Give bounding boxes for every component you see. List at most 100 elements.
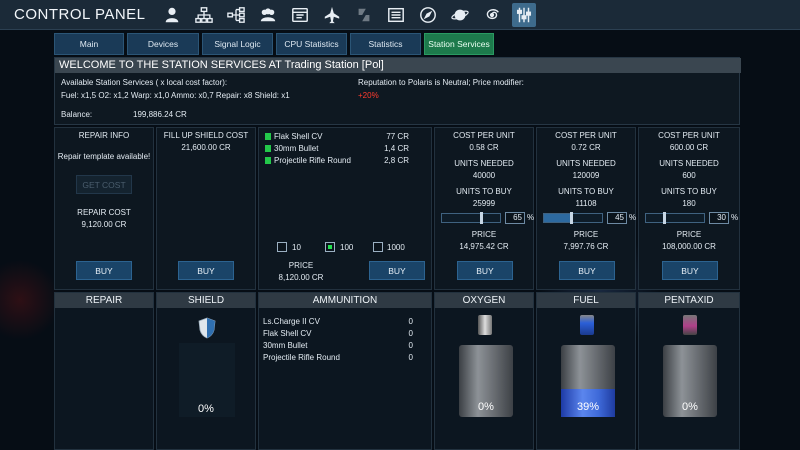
ammo-buy-button[interactable]: BUY [369, 261, 425, 280]
group-icon[interactable] [256, 3, 280, 27]
repair-info-panel: REPAIR INFO Repair template available! G… [54, 127, 154, 290]
cost-factors: Fuel: x1,5 O2: x1,2 Warp: x1,0 Ammo: x0,… [61, 91, 290, 100]
balance-value: 199,886.24 CR [133, 110, 187, 119]
oxygen-buy-button[interactable]: BUY [457, 261, 513, 280]
price-label: PRICE [676, 230, 702, 239]
pentaxid-purchase-panel: COST PER UNIT 600.00 CR UNITS NEEDED 600… [638, 127, 740, 290]
percent-sign: % [629, 213, 637, 222]
get-cost-button[interactable]: GET COST [76, 175, 132, 194]
fuel-buy-button[interactable]: BUY [559, 261, 615, 280]
ammo-price-value: 8,120.00 CR [278, 273, 324, 282]
fuel-canister-icon [580, 315, 594, 335]
galaxy-icon[interactable] [480, 3, 504, 27]
top-bar: CONTROL PANEL [0, 0, 800, 30]
ammunition-storage-heading: AMMUNITION [259, 293, 431, 308]
sliders-icon[interactable] [512, 3, 536, 27]
pentaxid-storage-panel: PENTAXID 0% [638, 292, 740, 450]
sync-icon[interactable] [352, 3, 376, 27]
fuel-slider[interactable] [543, 212, 603, 224]
price-label: PRICE [471, 230, 497, 239]
ammo-item-price: 2,8 CR [384, 156, 409, 165]
pentaxid-canister-icon [683, 315, 697, 335]
tab-signal-logic[interactable]: Signal Logic [202, 33, 273, 55]
qty-100-checkbox[interactable] [325, 242, 335, 252]
slider-handle[interactable] [570, 212, 573, 224]
ammo-item[interactable]: 30mm Bullet [265, 144, 318, 153]
tab-cpu-statistics[interactable]: CPU Statistics [276, 33, 347, 55]
units-to-buy-label: UNITS TO BUY [456, 187, 512, 196]
units-to-buy-label: UNITS TO BUY [661, 187, 717, 196]
units-to-buy-value: 11108 [575, 199, 597, 208]
balance-label: Balance: [61, 110, 93, 119]
slider-handle[interactable] [663, 212, 666, 224]
ammo-stock-count: 0 [408, 317, 413, 326]
ammo-item[interactable]: Flak Shell CV [265, 132, 322, 141]
person-icon[interactable] [160, 3, 184, 27]
price-value: 108,000.00 CR [662, 242, 716, 251]
oxygen-percent-input[interactable]: 65 [505, 212, 525, 224]
cost-per-unit-value: 0.58 CR [469, 143, 499, 152]
units-needed-value: 40000 [472, 171, 496, 180]
cost-per-unit-value: 0.72 CR [571, 143, 601, 152]
tab-station-services[interactable]: Station Services [424, 33, 494, 55]
available-services-label: Available Station Services ( x local cos… [61, 78, 228, 87]
cost-per-unit-label: COST PER UNIT [658, 131, 720, 140]
ammo-item[interactable]: Projectile Rifle Round [265, 156, 351, 165]
ammo-item-price: 1,4 CR [384, 144, 409, 153]
cost-per-unit-label: COST PER UNIT [453, 131, 515, 140]
units-to-buy-value: 180 [682, 199, 696, 208]
reputation-text: Reputation to Polaris is Neutral; Price … [358, 78, 524, 87]
window-icon[interactable] [288, 3, 312, 27]
percent-sign: % [731, 213, 739, 222]
qty-1000-label: 1000 [387, 243, 405, 252]
fuel-tank: 39% [561, 345, 615, 417]
repair-buy-button[interactable]: BUY [76, 261, 132, 280]
ammo-stock-count: 0 [408, 329, 413, 338]
repair-template-status: Repair template available! [57, 152, 151, 161]
app-title: CONTROL PANEL [14, 6, 146, 23]
selected-indicator-icon [265, 133, 271, 140]
selected-indicator-icon [265, 145, 271, 152]
shield-storage-heading: SHIELD [157, 293, 255, 308]
pentaxid-percent-input[interactable]: 30 [709, 212, 729, 224]
ammunition-storage-panel: AMMUNITION Ls.Charge II CV 0 Flak Shell … [258, 292, 432, 450]
shield-cost-value: 21,600.00 CR [181, 143, 231, 152]
ship-icon[interactable] [320, 3, 344, 27]
pentaxid-buy-button[interactable]: BUY [662, 261, 718, 280]
oxygen-storage-heading: OXYGEN [435, 293, 533, 308]
oxygen-storage-panel: OXYGEN 0% [434, 292, 534, 450]
slider-fill [544, 214, 571, 222]
qty-10-checkbox[interactable] [277, 242, 287, 252]
hierarchy-icon[interactable] [224, 3, 248, 27]
qty-10-label: 10 [292, 243, 301, 252]
units-needed-value: 120009 [572, 171, 600, 180]
shield-icon [197, 317, 217, 339]
price-value: 7,997.76 CR [563, 242, 609, 251]
fuel-percent: 39% [576, 401, 600, 413]
pentaxid-slider[interactable] [645, 212, 705, 224]
price-label: PRICE [573, 230, 599, 239]
units-to-buy-value: 25999 [472, 199, 496, 208]
list-icon[interactable] [384, 3, 408, 27]
oxygen-slider[interactable] [441, 212, 501, 224]
fuel-percent-input[interactable]: 45 [607, 212, 627, 224]
qty-1000-checkbox[interactable] [373, 242, 383, 252]
cost-per-unit-value: 600.00 CR [669, 143, 709, 152]
welcome-title: WELCOME TO THE STATION SERVICES AT Tradi… [55, 58, 741, 73]
price-value: 14,975.42 CR [459, 242, 509, 251]
units-to-buy-label: UNITS TO BUY [558, 187, 614, 196]
compass-icon[interactable] [416, 3, 440, 27]
oxygen-percent: 0% [478, 401, 494, 413]
slider-handle[interactable] [480, 212, 483, 224]
oxygen-tank: 0% [459, 345, 513, 417]
repair-storage-heading: REPAIR [55, 293, 153, 308]
units-needed-value: 600 [682, 171, 696, 180]
planet-icon[interactable] [448, 3, 472, 27]
tab-main[interactable]: Main [54, 33, 124, 55]
tab-statistics[interactable]: Statistics [350, 33, 421, 55]
units-needed-label: UNITS NEEDED [454, 159, 514, 168]
tab-devices[interactable]: Devices [127, 33, 199, 55]
pentaxid-tank: 0% [663, 345, 717, 417]
ammo-item-price: 77 CR [386, 132, 409, 141]
org-chart-icon[interactable] [192, 3, 216, 27]
